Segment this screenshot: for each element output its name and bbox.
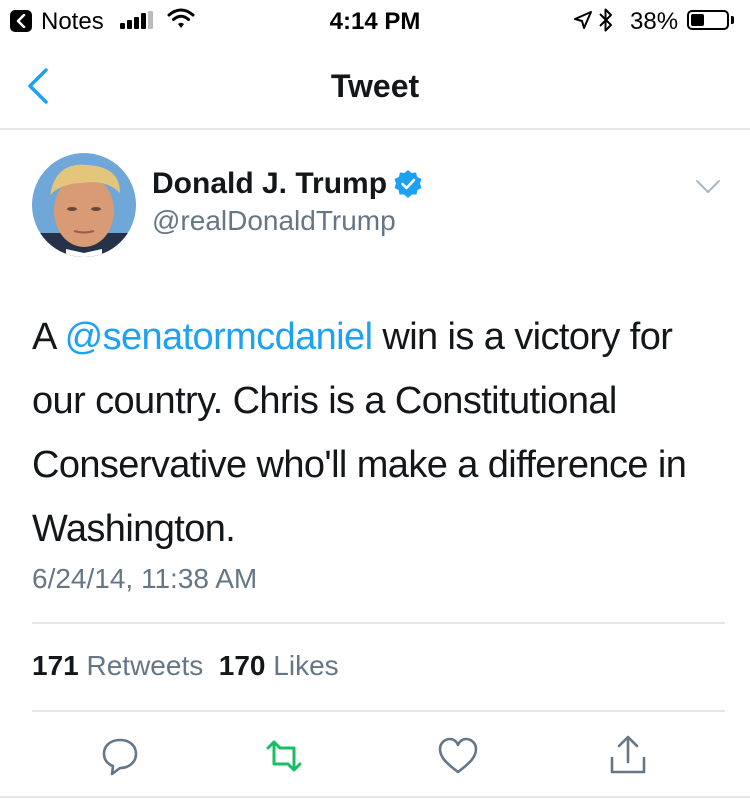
page-title: Tweet <box>330 68 420 104</box>
battery-icon <box>687 10 729 30</box>
like-icon[interactable] <box>436 734 480 778</box>
likes-label: Likes <box>273 650 339 681</box>
avatar[interactable] <box>32 153 136 257</box>
tweet-text-prefix: A <box>32 316 65 358</box>
verified-badge-icon <box>394 170 422 198</box>
retweet-icon[interactable] <box>262 734 306 778</box>
retweets-label: Retweets <box>86 650 204 681</box>
tweet-text: A @senatormcdaniel win is a victory for … <box>32 305 722 561</box>
divider <box>32 710 725 712</box>
author-name[interactable]: Donald J. Trump <box>152 167 387 201</box>
battery-level <box>691 14 704 26</box>
divider <box>0 796 750 798</box>
chevron-down-icon[interactable] <box>694 178 722 196</box>
tweet-stats: 171 Retweets 170 Likes <box>32 650 339 682</box>
location-icon <box>574 11 592 29</box>
battery-cap <box>731 16 734 24</box>
reply-icon[interactable] <box>98 734 142 778</box>
battery-percent: 38% <box>630 8 679 35</box>
likes-stat[interactable]: 170 Likes <box>219 650 339 681</box>
bluetooth-icon <box>599 8 612 32</box>
status-bar: Notes 4:14 PM 38% <box>0 0 750 40</box>
share-icon[interactable] <box>606 734 650 778</box>
author-handle[interactable]: @realDonaldTrump <box>152 205 396 237</box>
tweet-timestamp: 6/24/14, 11:38 AM <box>32 563 258 594</box>
retweets-stat[interactable]: 171 Retweets <box>32 650 203 681</box>
navigation-bar: Tweet <box>0 42 750 130</box>
likes-count: 170 <box>218 650 266 681</box>
mention-link[interactable]: @senatormcdaniel <box>65 316 373 358</box>
divider <box>32 622 725 624</box>
retweets-count: 171 <box>32 650 79 681</box>
